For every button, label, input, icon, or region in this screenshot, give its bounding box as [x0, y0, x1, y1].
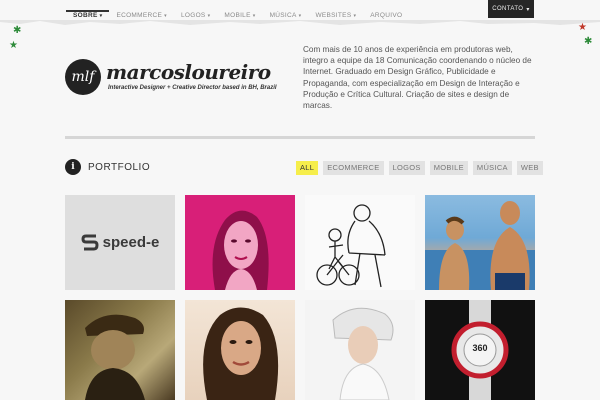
- splat-decoration: ★: [9, 40, 18, 51]
- caret-down-icon: ▾: [207, 13, 211, 19]
- nav-item-label: SOBRE: [73, 12, 98, 19]
- filter-ecommerce[interactable]: ECOMMERCE: [323, 161, 384, 175]
- caret-down-icon: ▾: [252, 13, 256, 19]
- caret-down-icon: ▾: [353, 13, 357, 19]
- watch-display-text: 360: [472, 343, 488, 353]
- woman-face-image: [203, 307, 279, 400]
- portfolio-tile-sport-watch[interactable]: 360: [425, 300, 535, 400]
- splat-decoration: ★: [578, 22, 587, 33]
- portfolio-filters: ALL ECOMMERCE LOGOS MOBILE MÚSICA WEB: [296, 161, 543, 175]
- brand-tagline: Interactive Designer + Creative Director…: [108, 85, 277, 91]
- contact-label: CONTATO: [492, 6, 524, 12]
- portfolio-heading: PORTFOLIO: [88, 162, 151, 173]
- splat-decoration: ✱: [13, 25, 22, 36]
- brand-name[interactable]: marcosloureiro: [106, 60, 271, 84]
- speed-e-icon: [81, 234, 99, 250]
- filter-mobile[interactable]: MOBILE: [429, 161, 468, 175]
- bride-image: [332, 307, 394, 400]
- contact-button[interactable]: CONTATO ▾: [488, 0, 534, 18]
- portfolio-tile-bicycle-sketch[interactable]: [305, 195, 415, 290]
- filter-all[interactable]: ALL: [296, 161, 319, 175]
- caret-down-icon: ▾: [298, 13, 302, 19]
- nav-item-label: ECOMMERCE: [116, 12, 163, 19]
- speed-e-logo: speed-e: [81, 233, 160, 253]
- portfolio-tile-beach[interactable]: [425, 195, 535, 290]
- section-divider: [65, 136, 535, 139]
- nav-item-label: MOBILE: [224, 12, 251, 19]
- about-text: Com mais de 10 anos de experiência em pr…: [303, 45, 532, 111]
- portfolio-tile-bride[interactable]: [305, 300, 415, 400]
- splat-decoration: ✱: [584, 36, 593, 47]
- nav-item-label: ARQUIVO: [370, 12, 403, 19]
- nav-item-label: WEBSITES: [315, 12, 352, 19]
- speed-e-text: speed-e: [102, 234, 160, 251]
- beach-photo-image: [425, 201, 535, 290]
- caret-down-icon: ▾: [526, 6, 530, 13]
- nav-item-label: LOGOS: [180, 12, 206, 19]
- filter-logos[interactable]: LOGOS: [388, 161, 425, 175]
- info-icon: i: [65, 159, 81, 175]
- man-cap-image: [85, 314, 145, 400]
- torn-paper-edge: [0, 20, 600, 25]
- portfolio-tile-woman-portrait[interactable]: [185, 300, 295, 400]
- filter-musica[interactable]: MÚSICA: [472, 161, 512, 175]
- filter-web[interactable]: WEB: [516, 161, 543, 175]
- brand-logo-mark[interactable]: mlf: [65, 59, 101, 95]
- bicycle-sketch-image: [316, 204, 386, 288]
- nav-item-label: MÚSICA: [269, 12, 297, 19]
- woman-portrait-image: [212, 210, 269, 290]
- portfolio-tile-speed-e[interactable]: speed-e: [65, 195, 175, 290]
- caret-down-icon: ▾: [164, 13, 167, 19]
- caret-down-icon: ▾: [99, 13, 103, 19]
- portfolio-tile-man-cap[interactable]: [65, 300, 175, 400]
- portfolio-tile-woman-magenta[interactable]: [185, 195, 295, 290]
